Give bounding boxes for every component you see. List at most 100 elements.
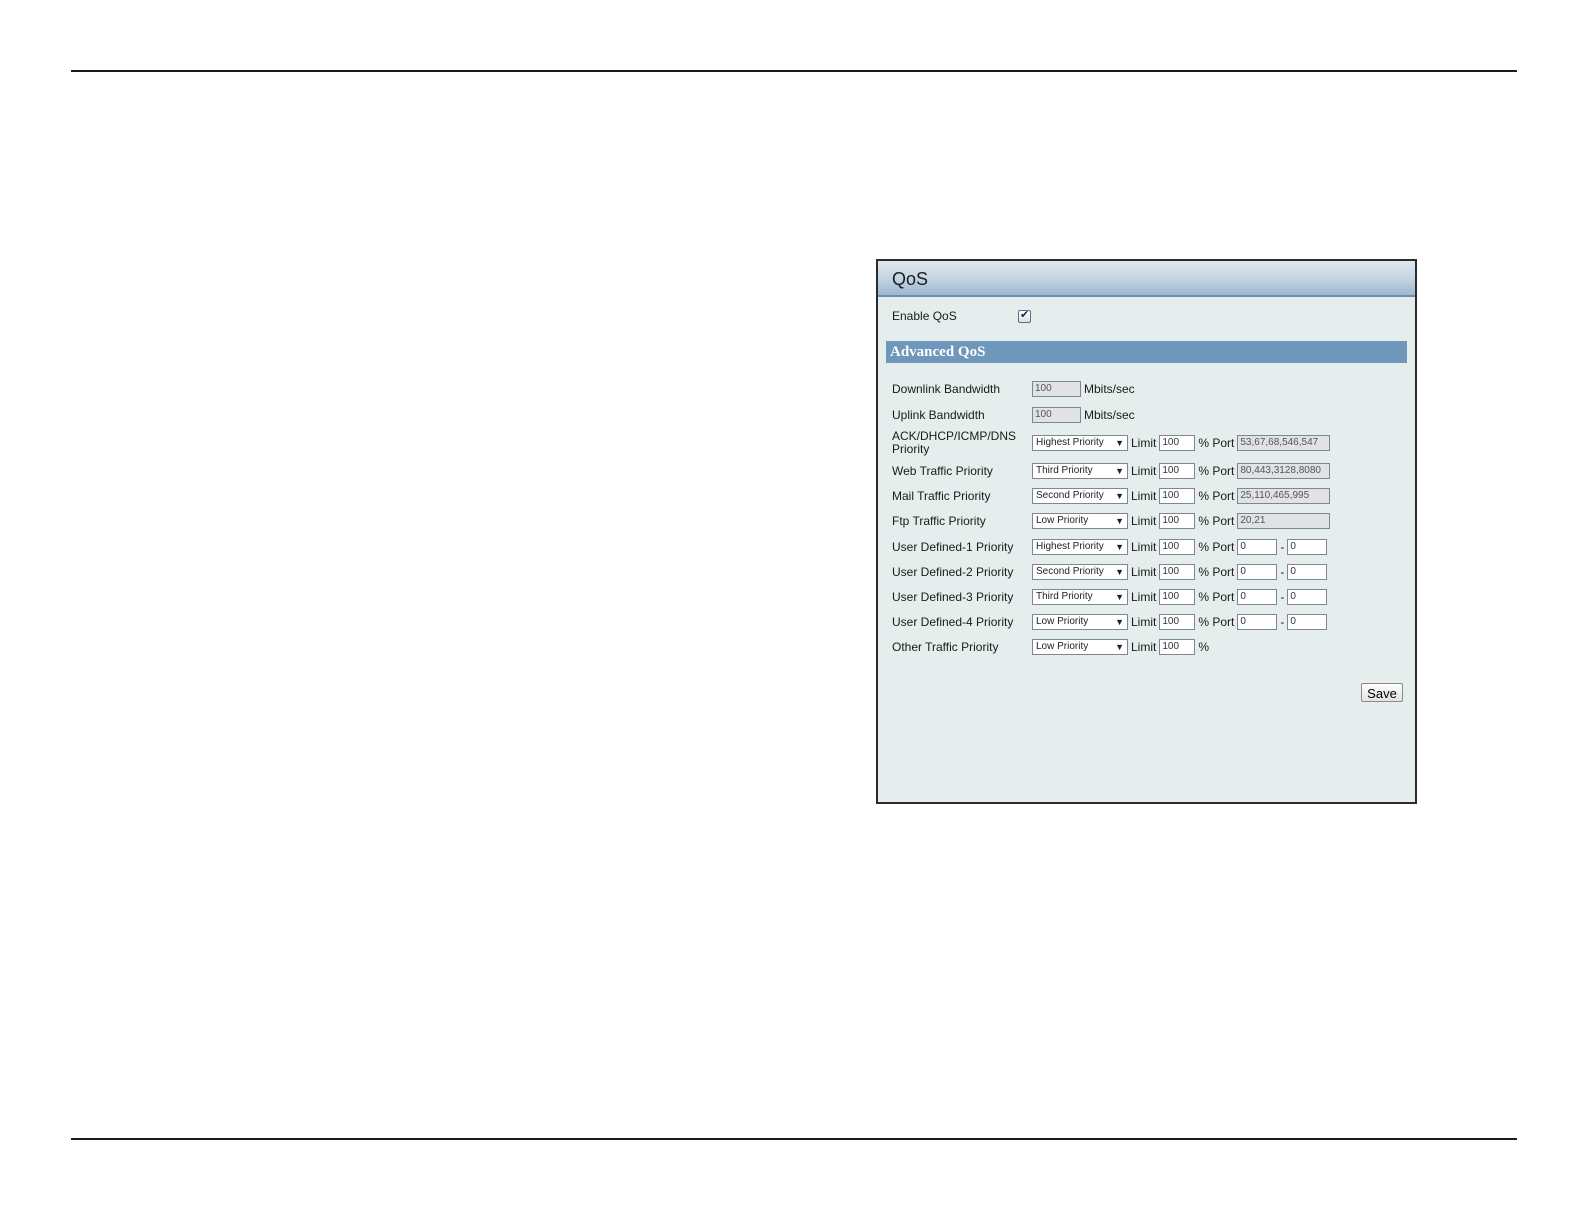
downlink-unit: Mbits/sec xyxy=(1084,382,1135,396)
other-traffic-limit-input[interactable]: 100 xyxy=(1159,639,1196,655)
dropdown-arrow-icon: ▼ xyxy=(1115,642,1124,652)
user-defined-3-port-from[interactable]: 0 xyxy=(1237,589,1278,605)
ftp-port-input[interactable]: 20,21 xyxy=(1237,513,1331,529)
uplink-label: Uplink Bandwidth xyxy=(892,407,985,422)
percent-port-label: % Port xyxy=(1198,464,1235,478)
percent-port-label: % Port xyxy=(1198,540,1235,554)
user-defined-2-limit-input[interactable]: 100 xyxy=(1159,564,1196,580)
user-defined-3-limit-input[interactable]: 100 xyxy=(1159,589,1196,605)
panel-title: QoS xyxy=(878,261,1415,297)
web-limit-input[interactable]: 100 xyxy=(1159,463,1196,479)
percent-port-label: % Port xyxy=(1198,590,1235,604)
ack-limit-input[interactable]: 100 xyxy=(1159,435,1196,451)
mail-limit-input[interactable]: 100 xyxy=(1159,488,1196,504)
user-defined-2-label: User Defined-2 Priority xyxy=(892,564,1014,579)
limit-label: Limit xyxy=(1131,590,1157,604)
percent-port-label: % Port xyxy=(1198,436,1235,450)
ftp-limit-input[interactable]: 100 xyxy=(1159,513,1196,529)
bottom-rule xyxy=(71,1138,1517,1140)
percent-port-label: % Port xyxy=(1198,565,1235,579)
user-defined-1-limit-input[interactable]: 100 xyxy=(1159,539,1196,555)
limit-label: Limit xyxy=(1131,436,1157,450)
user-defined-2-port-to[interactable]: 0 xyxy=(1287,564,1328,580)
port-range-dash: - xyxy=(1280,615,1285,629)
user-defined-1-row: User Defined-1 Priority Highest Priority… xyxy=(892,536,1328,558)
downlink-input[interactable]: 100 xyxy=(1032,381,1081,397)
other-traffic-select[interactable]: Low Priority ▼ xyxy=(1032,639,1128,655)
user-defined-4-select[interactable]: Low Priority ▼ xyxy=(1032,614,1128,630)
dropdown-arrow-icon: ▼ xyxy=(1115,516,1124,526)
percent-label: % xyxy=(1198,640,1210,654)
web-priority-row: Web Traffic Priority Third Priority ▼ Lim… xyxy=(892,460,1331,482)
dropdown-arrow-icon: ▼ xyxy=(1115,438,1124,448)
user-defined-1-select[interactable]: Highest Priority ▼ xyxy=(1032,539,1128,555)
limit-label: Limit xyxy=(1131,489,1157,503)
user-defined-3-select[interactable]: Third Priority ▼ xyxy=(1032,589,1128,605)
mail-priority-select[interactable]: Second Priority ▼ xyxy=(1032,488,1128,504)
ftp-priority-select[interactable]: Low Priority ▼ xyxy=(1032,513,1128,529)
limit-label: Limit xyxy=(1131,615,1157,629)
user-defined-4-value: Low Priority xyxy=(1036,616,1089,627)
ack-priority-label: ACK/DHCP/ICMP/DNS Priority xyxy=(892,429,1017,456)
save-button[interactable]: Save xyxy=(1361,683,1403,702)
ftp-priority-value: Low Priority xyxy=(1036,515,1089,526)
other-traffic-value: Low Priority xyxy=(1036,641,1089,652)
web-priority-value: Third Priority xyxy=(1036,465,1093,476)
limit-label: Limit xyxy=(1131,565,1157,579)
user-defined-2-port-from[interactable]: 0 xyxy=(1237,564,1278,580)
uplink-input[interactable]: 100 xyxy=(1032,407,1081,423)
user-defined-4-port-to[interactable]: 0 xyxy=(1287,614,1328,630)
ftp-priority-label: Ftp Traffic Priority xyxy=(892,513,986,528)
dropdown-arrow-icon: ▼ xyxy=(1115,617,1124,627)
user-defined-1-port-to[interactable]: 0 xyxy=(1287,539,1328,555)
limit-label: Limit xyxy=(1131,640,1157,654)
ack-priority-value: Highest Priority xyxy=(1036,437,1104,448)
web-priority-select[interactable]: Third Priority ▼ xyxy=(1032,463,1128,479)
ack-priority-select[interactable]: Highest Priority ▼ xyxy=(1032,435,1128,451)
user-defined-1-value: Highest Priority xyxy=(1036,541,1104,552)
enable-qos-checkbox[interactable] xyxy=(1018,308,1031,323)
ftp-priority-row: Ftp Traffic Priority Low Priority ▼ Limit… xyxy=(892,510,1331,532)
user-defined-1-label: User Defined-1 Priority xyxy=(892,539,1014,554)
user-defined-4-row: User Defined-4 Priority Low Priority ▼ Li… xyxy=(892,611,1328,633)
dropdown-arrow-icon: ▼ xyxy=(1115,567,1124,577)
user-defined-3-value: Third Priority xyxy=(1036,591,1093,602)
user-defined-3-label: User Defined-3 Priority xyxy=(892,589,1014,604)
port-range-dash: - xyxy=(1280,565,1285,579)
enable-qos-row: Enable QoS xyxy=(892,308,1031,323)
mail-priority-row: Mail Traffic Priority Second Priority ▼ L… xyxy=(892,485,1331,507)
user-defined-4-limit-input[interactable]: 100 xyxy=(1159,614,1196,630)
ack-priority-row: ACK/DHCP/ICMP/DNS Priority Highest Prior… xyxy=(892,429,1331,456)
downlink-label: Downlink Bandwidth xyxy=(892,381,1001,396)
downlink-row: Downlink Bandwidth 100 Mbits/sec xyxy=(892,378,1138,400)
port-range-dash: - xyxy=(1280,540,1285,554)
dropdown-arrow-icon: ▼ xyxy=(1115,491,1124,501)
top-rule xyxy=(71,70,1517,72)
web-port-input[interactable]: 80,443,3128,8080 xyxy=(1237,463,1331,479)
user-defined-3-row: User Defined-3 Priority Third Priority ▼ … xyxy=(892,586,1328,608)
limit-label: Limit xyxy=(1131,464,1157,478)
user-defined-4-label: User Defined-4 Priority xyxy=(892,614,1014,629)
limit-label: Limit xyxy=(1131,540,1157,554)
other-traffic-row: Other Traffic Priority Low Priority ▼ Lim… xyxy=(892,636,1212,658)
percent-port-label: % Port xyxy=(1198,615,1235,629)
enable-qos-label: Enable QoS xyxy=(892,309,957,323)
percent-port-label: % Port xyxy=(1198,514,1235,528)
mail-priority-label: Mail Traffic Priority xyxy=(892,488,991,503)
uplink-row: Uplink Bandwidth 100 Mbits/sec xyxy=(892,404,1138,426)
qos-panel: QoS Enable QoS Advanced QoS Downlink Ban… xyxy=(876,259,1417,804)
ack-port-input[interactable]: 53,67,68,546,547 xyxy=(1237,435,1331,451)
dropdown-arrow-icon: ▼ xyxy=(1115,542,1124,552)
user-defined-2-row: User Defined-2 Priority Second Priority ▼… xyxy=(892,561,1328,583)
user-defined-4-port-from[interactable]: 0 xyxy=(1237,614,1278,630)
percent-port-label: % Port xyxy=(1198,489,1235,503)
user-defined-2-value: Second Priority xyxy=(1036,566,1104,577)
dropdown-arrow-icon: ▼ xyxy=(1115,466,1124,476)
user-defined-1-port-from[interactable]: 0 xyxy=(1237,539,1278,555)
mail-port-input[interactable]: 25,110,465,995 xyxy=(1237,488,1331,504)
other-traffic-label: Other Traffic Priority xyxy=(892,639,999,654)
user-defined-2-select[interactable]: Second Priority ▼ xyxy=(1032,564,1128,580)
user-defined-3-port-to[interactable]: 0 xyxy=(1287,589,1328,605)
dropdown-arrow-icon: ▼ xyxy=(1115,592,1124,602)
mail-priority-value: Second Priority xyxy=(1036,490,1104,501)
